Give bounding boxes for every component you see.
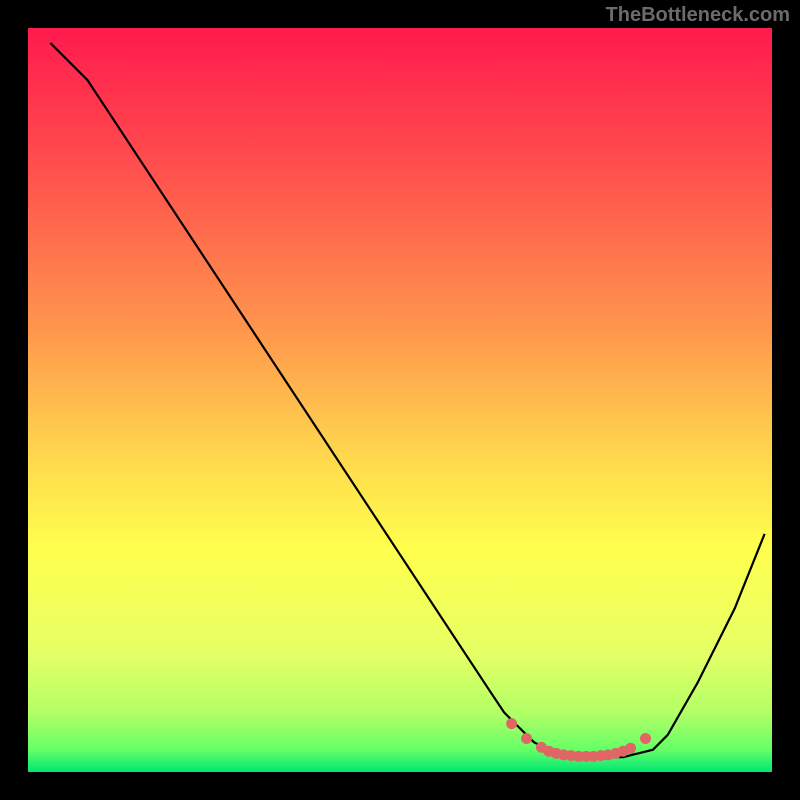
marker-point xyxy=(625,743,636,754)
gradient-background xyxy=(28,28,772,772)
chart-svg xyxy=(28,28,772,772)
marker-point xyxy=(640,733,651,744)
marker-point xyxy=(506,718,517,729)
chart-plot-area xyxy=(28,28,772,772)
marker-point xyxy=(521,733,532,744)
watermark-text: TheBottleneck.com xyxy=(606,4,790,27)
